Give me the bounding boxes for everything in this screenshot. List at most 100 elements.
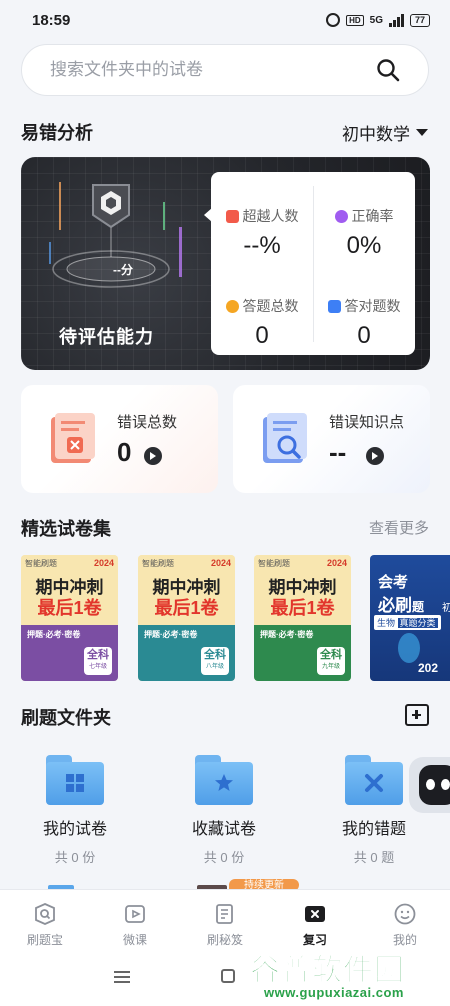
smile-icon xyxy=(394,903,416,925)
subject-selector[interactable]: 初中数学 xyxy=(342,120,428,145)
stat-value: 0 xyxy=(255,322,269,349)
folder-count: 共 0 题 xyxy=(353,850,395,865)
status-icons: HD 5G 77 xyxy=(326,13,430,27)
arrow-right-icon[interactable] xyxy=(366,447,384,465)
watermark: 谷普软件园 www.gupuxiazai.com xyxy=(250,945,446,1003)
ability-score: --分 xyxy=(113,263,133,277)
stat-total-answers: 答题总数 0 xyxy=(211,296,313,350)
analysis-card[interactable]: --分 待评估能力 超越人数 --% 正确率 0% 答题总数 0 答对题数 0 xyxy=(21,157,430,370)
search-icon xyxy=(35,903,55,925)
book-subtitle: 最后1卷 xyxy=(154,598,219,618)
assistant-robot-button[interactable] xyxy=(409,757,450,813)
book-tags: 押题·必考·密卷 xyxy=(260,630,314,639)
book-subject: 全科 xyxy=(320,649,342,661)
folder-name: 我的试卷 xyxy=(42,821,107,838)
star-icon xyxy=(215,774,233,791)
book-subject: 全科 xyxy=(87,649,109,661)
paper-book-biology[interactable]: 会考 必刷题 初 生物 真题分类 202 xyxy=(370,555,450,681)
signal-icon xyxy=(388,13,404,27)
home-icon[interactable] xyxy=(221,969,235,983)
video-icon xyxy=(125,905,145,923)
book-grade: 八年级 xyxy=(205,664,224,670)
battery-icon: 77 xyxy=(409,13,430,27)
error-points-label: 错误知识点 xyxy=(329,414,405,431)
grid-icon xyxy=(66,774,84,792)
book-subtitle: 最后1卷 xyxy=(270,598,335,618)
book-cover-bottom: 押题·必考·密卷 全科九年级 xyxy=(254,625,351,681)
view-more-link[interactable]: 查看更多 xyxy=(369,517,429,538)
book-icon xyxy=(216,904,233,924)
ability-emblem-icon xyxy=(49,182,182,288)
stat-label: 答题总数 xyxy=(242,298,299,314)
robot-icon xyxy=(419,765,450,805)
analysis-title: 易错分析 xyxy=(21,123,93,143)
search-input[interactable] xyxy=(50,60,376,80)
stat-beat-rate: 超越人数 --% xyxy=(211,206,313,260)
error-points-card[interactable]: 错误知识点 -- xyxy=(233,385,430,493)
tab-micro-course[interactable]: 微课 xyxy=(90,890,180,961)
book-tags: 押题·必考·密卷 xyxy=(144,630,198,639)
book-year: 2024 xyxy=(210,558,231,568)
stat-correct-answers: 答对题数 0 xyxy=(313,296,415,350)
medal-icon xyxy=(225,299,239,313)
status-bar: 18:59 HD 5G 77 xyxy=(0,0,450,40)
tab-label: 刷题宝 xyxy=(26,933,63,947)
folder-favorites[interactable]: 收藏试卷 共 0 份 xyxy=(164,755,284,866)
dna-icon xyxy=(398,633,420,663)
book-grade: 九年级 xyxy=(321,664,340,670)
book-brand: 智能刷题 xyxy=(142,559,174,568)
stats-panel: 超越人数 --% 正确率 0% 答题总数 0 答对题数 0 xyxy=(204,172,415,355)
ability-label: 待评估能力 xyxy=(59,327,154,347)
book-grade-badge: 全科 七年级 xyxy=(84,647,112,675)
add-folder-icon[interactable] xyxy=(405,704,429,726)
status-time: 18:59 xyxy=(32,11,71,29)
paper-book-grade8[interactable]: 智能刷题 2024 期中冲刺 最后1卷 押题·必考·密卷 全科 八年级 xyxy=(138,555,235,681)
subject-label: 初中数学 xyxy=(342,125,410,144)
book-side-text: 初 xyxy=(442,603,450,614)
stat-value: 0% xyxy=(346,232,382,259)
stat-value: --% xyxy=(243,232,281,259)
book-brand: 智能刷题 xyxy=(25,559,57,568)
check-circle-icon xyxy=(334,209,348,223)
tab-label: 微课 xyxy=(122,933,147,947)
book-year: 2024 xyxy=(93,558,114,568)
tab-label: 刷秘笈 xyxy=(206,933,243,947)
watermark-url: www.gupuxiazai.com xyxy=(264,985,404,1000)
folder-icon xyxy=(345,755,403,805)
search-bar[interactable] xyxy=(21,44,429,96)
network-type: 5G xyxy=(369,14,383,26)
stat-value: 0 xyxy=(357,322,371,349)
menu-icon[interactable] xyxy=(114,971,130,983)
book-cover-bottom: 押题·必考·密卷 全科 七年级 xyxy=(21,625,118,681)
clipboard-check-icon xyxy=(327,299,341,313)
stat-label: 正确率 xyxy=(351,208,394,224)
stat-label: 答对题数 xyxy=(344,298,401,314)
paper-book-grade9[interactable]: 智能刷题 2024 期中冲刺 最后1卷 押题·必考·密卷 全科 九年级 xyxy=(254,555,351,681)
book-title: 期中冲刺 xyxy=(268,578,337,597)
error-document-icon xyxy=(51,413,95,463)
error-points-value: -- xyxy=(329,437,347,467)
book-cover-bottom: 押题·必考·密卷 全科 八年级 xyxy=(138,625,235,681)
book-subtitle-suffix: 题 xyxy=(412,600,425,614)
tab-shuatibao[interactable]: 刷题宝 xyxy=(0,890,90,961)
review-icon xyxy=(305,906,325,922)
book-brand: 智能刷题 xyxy=(258,559,290,568)
trend-icon xyxy=(225,209,239,223)
book-grade-badge: 全科 八年级 xyxy=(201,647,229,675)
cross-icon xyxy=(365,774,383,792)
folder-count: 共 0 份 xyxy=(203,850,245,865)
book-tag-2: 真题分类 xyxy=(397,618,438,628)
folder-name: 收藏试卷 xyxy=(191,821,256,838)
paper-book-grade7[interactable]: 智能刷题 2024 期中冲刺 最后1卷 押题·必考·密卷 全科 七年级 xyxy=(21,555,118,681)
book-tag: 生物 xyxy=(377,618,396,628)
stat-label: 超越人数 xyxy=(242,208,299,224)
book-title: 期中冲刺 xyxy=(35,578,104,597)
search-icon[interactable] xyxy=(376,58,400,82)
alarm-icon xyxy=(326,13,341,27)
book-grade-badge: 全科 九年级 xyxy=(317,647,345,675)
book-tags: 押题·必考·密卷 xyxy=(27,630,81,639)
watermark-title: 谷普软件园 xyxy=(250,954,405,988)
arrow-right-icon[interactable] xyxy=(144,447,162,465)
error-total-card[interactable]: 错误总数 0 xyxy=(21,385,218,493)
folder-my-papers[interactable]: 我的试卷 共 0 份 xyxy=(15,755,135,866)
